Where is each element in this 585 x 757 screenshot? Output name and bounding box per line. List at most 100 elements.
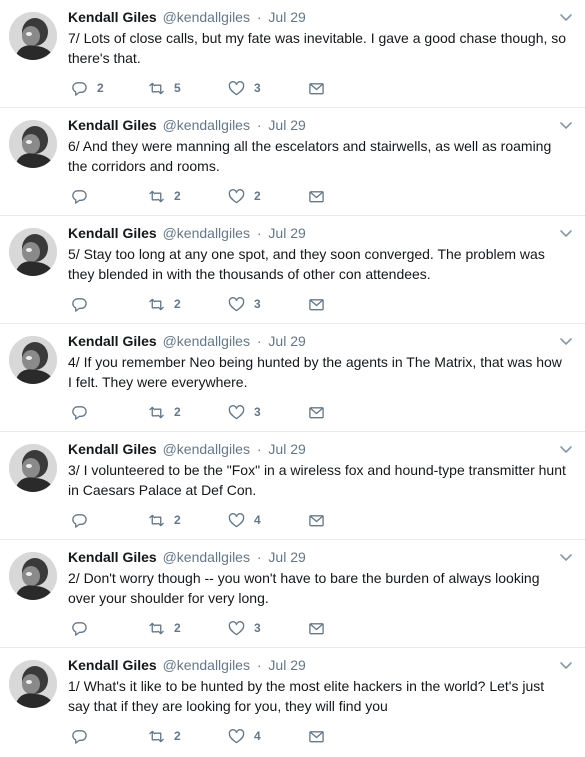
tweet-thread: Kendall Giles @kendallgiles · Jul 29 7/ … bbox=[0, 0, 585, 757]
tweet-date[interactable]: Jul 29 bbox=[268, 9, 305, 25]
heart-icon bbox=[228, 188, 245, 205]
direct-message-button[interactable] bbox=[308, 296, 388, 313]
tweet-date[interactable]: Jul 29 bbox=[268, 657, 305, 673]
author-name[interactable]: Kendall Giles bbox=[68, 9, 157, 25]
author-name[interactable]: Kendall Giles bbox=[68, 549, 157, 565]
reply-icon bbox=[68, 512, 88, 529]
separator-dot: · bbox=[256, 117, 262, 133]
tweet-date[interactable]: Jul 29 bbox=[268, 549, 305, 565]
avatar[interactable] bbox=[9, 12, 57, 60]
retweet-button[interactable]: 2 bbox=[148, 296, 228, 313]
avatar[interactable] bbox=[9, 660, 57, 708]
envelope-icon bbox=[308, 512, 325, 529]
author-name[interactable]: Kendall Giles bbox=[68, 333, 157, 349]
tweet-date[interactable]: Jul 29 bbox=[268, 441, 305, 457]
tweet[interactable]: Kendall Giles @kendallgiles · Jul 29 6/ … bbox=[0, 108, 585, 216]
like-button[interactable]: 3 bbox=[228, 296, 308, 313]
direct-message-button[interactable] bbox=[308, 188, 388, 205]
separator-dot: · bbox=[256, 225, 262, 241]
direct-message-button[interactable] bbox=[308, 512, 388, 529]
retweet-icon bbox=[148, 188, 165, 205]
author-name[interactable]: Kendall Giles bbox=[68, 657, 157, 673]
tweet[interactable]: Kendall Giles @kendallgiles · Jul 29 4/ … bbox=[0, 324, 585, 432]
avatar[interactable] bbox=[9, 228, 57, 276]
reply-button[interactable] bbox=[68, 404, 148, 421]
avatar[interactable] bbox=[9, 120, 57, 168]
retweet-button[interactable]: 2 bbox=[148, 188, 228, 205]
author-name[interactable]: Kendall Giles bbox=[68, 117, 157, 133]
reply-button[interactable] bbox=[68, 296, 148, 313]
retweet-icon bbox=[148, 296, 165, 313]
tweet-date[interactable]: Jul 29 bbox=[268, 225, 305, 241]
chevron-down-icon[interactable] bbox=[559, 442, 573, 456]
chevron-down-icon[interactable] bbox=[559, 334, 573, 348]
retweet-button[interactable]: 2 bbox=[148, 404, 228, 421]
retweet-count: 2 bbox=[174, 297, 181, 311]
author-handle[interactable]: @kendallgiles bbox=[163, 657, 250, 673]
retweet-button[interactable]: 5 bbox=[148, 80, 228, 97]
like-count: 3 bbox=[254, 81, 261, 95]
tweet-actions: 2 4 bbox=[68, 727, 388, 745]
reply-button[interactable] bbox=[68, 512, 148, 529]
tweet[interactable]: Kendall Giles @kendallgiles · Jul 29 5/ … bbox=[0, 216, 585, 324]
chevron-down-icon[interactable] bbox=[559, 226, 573, 240]
heart-icon bbox=[228, 404, 245, 421]
reply-button[interactable]: 2 bbox=[68, 80, 148, 97]
direct-message-button[interactable] bbox=[308, 80, 388, 97]
retweet-icon bbox=[148, 80, 165, 97]
direct-message-button[interactable] bbox=[308, 620, 388, 637]
tweet[interactable]: Kendall Giles @kendallgiles · Jul 29 7/ … bbox=[0, 0, 585, 108]
like-count: 4 bbox=[254, 729, 261, 743]
author-handle[interactable]: @kendallgiles bbox=[163, 333, 250, 349]
chevron-down-icon[interactable] bbox=[559, 10, 573, 24]
tweet-actions: 2 5 3 bbox=[68, 79, 388, 97]
reply-button[interactable] bbox=[68, 620, 148, 637]
heart-icon bbox=[228, 512, 245, 529]
chevron-down-icon[interactable] bbox=[559, 658, 573, 672]
tweet-actions: 2 3 bbox=[68, 295, 388, 313]
avatar[interactable] bbox=[9, 552, 57, 600]
retweet-count: 2 bbox=[174, 189, 181, 203]
retweet-button[interactable]: 2 bbox=[148, 620, 228, 637]
tweet-text: 7/ Lots of close calls, but my fate was … bbox=[68, 30, 567, 66]
reply-icon bbox=[68, 188, 88, 205]
like-button[interactable]: 2 bbox=[228, 188, 308, 205]
direct-message-button[interactable] bbox=[308, 404, 388, 421]
reply-button[interactable] bbox=[68, 728, 148, 745]
author-handle[interactable]: @kendallgiles bbox=[163, 441, 250, 457]
like-button[interactable]: 3 bbox=[228, 620, 308, 637]
avatar[interactable] bbox=[9, 444, 57, 492]
separator-dot: · bbox=[256, 9, 262, 25]
reply-icon bbox=[68, 728, 88, 745]
tweet[interactable]: Kendall Giles @kendallgiles · Jul 29 2/ … bbox=[0, 540, 585, 648]
retweet-count: 2 bbox=[174, 621, 181, 635]
like-button[interactable]: 4 bbox=[228, 512, 308, 529]
author-handle[interactable]: @kendallgiles bbox=[163, 9, 250, 25]
tweet-date[interactable]: Jul 29 bbox=[268, 117, 305, 133]
retweet-icon bbox=[148, 404, 165, 421]
tweet-date[interactable]: Jul 29 bbox=[268, 333, 305, 349]
like-button[interactable]: 3 bbox=[228, 80, 308, 97]
chevron-down-icon[interactable] bbox=[559, 118, 573, 132]
tweet[interactable]: Kendall Giles @kendallgiles · Jul 29 3/ … bbox=[0, 432, 585, 540]
author-name[interactable]: Kendall Giles bbox=[68, 441, 157, 457]
reply-icon bbox=[68, 620, 88, 637]
like-button[interactable]: 4 bbox=[228, 728, 308, 745]
reply-button[interactable] bbox=[68, 188, 148, 205]
tweet-text: 2/ Don't worry though -- you won't have … bbox=[68, 570, 540, 606]
retweet-button[interactable]: 2 bbox=[148, 728, 228, 745]
author-handle[interactable]: @kendallgiles bbox=[163, 225, 250, 241]
avatar[interactable] bbox=[9, 336, 57, 384]
retweet-button[interactable]: 2 bbox=[148, 512, 228, 529]
chevron-down-icon[interactable] bbox=[559, 550, 573, 564]
tweet-header: Kendall Giles @kendallgiles · Jul 29 bbox=[68, 548, 306, 566]
envelope-icon bbox=[308, 80, 325, 97]
direct-message-button[interactable] bbox=[308, 728, 388, 745]
author-handle[interactable]: @kendallgiles bbox=[163, 549, 250, 565]
like-button[interactable]: 3 bbox=[228, 404, 308, 421]
author-name[interactable]: Kendall Giles bbox=[68, 225, 157, 241]
heart-icon bbox=[228, 620, 245, 637]
author-handle[interactable]: @kendallgiles bbox=[163, 117, 250, 133]
reply-icon bbox=[68, 404, 88, 421]
tweet[interactable]: Kendall Giles @kendallgiles · Jul 29 1/ … bbox=[0, 648, 585, 757]
